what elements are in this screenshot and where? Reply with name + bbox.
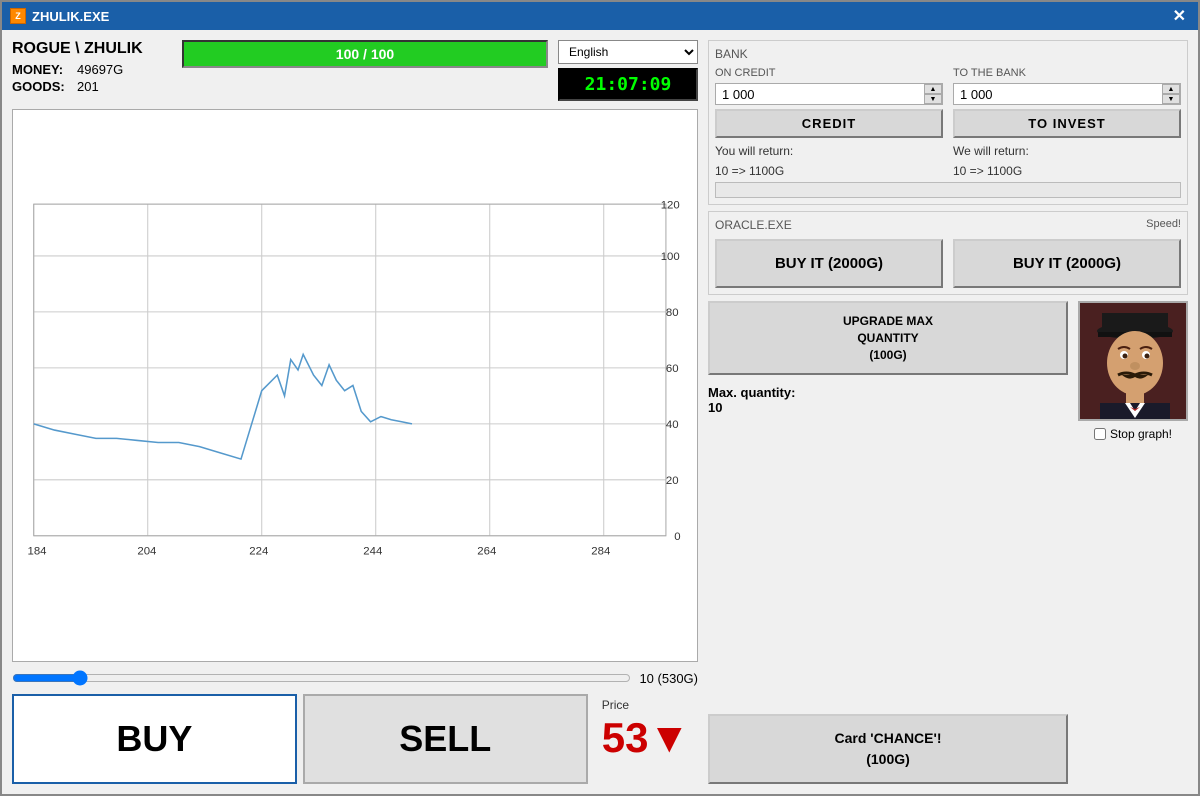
price-label: Price <box>602 698 629 712</box>
progress-bar-section <box>715 182 1181 198</box>
to-bank-up[interactable]: ▲ <box>1162 84 1180 94</box>
money-label: MONEY: <box>12 62 67 77</box>
on-credit-up[interactable]: ▲ <box>924 84 942 94</box>
svg-text:264: 264 <box>477 545 496 557</box>
app-icon: Z <box>10 8 26 24</box>
main-content: ROGUE \ ZHULIK MONEY: 49697G GOODS: 201 … <box>2 30 1198 794</box>
health-bar-container: 100 / 100 <box>182 40 548 68</box>
titlebar: Z ZHULIK.EXE ✕ <box>2 2 1198 30</box>
svg-text:204: 204 <box>137 545 156 557</box>
credit-return-value: 10 => 1100G <box>715 164 943 178</box>
language-select[interactable]: English Russian <box>558 40 698 64</box>
price-arrow: ▼ <box>648 714 690 762</box>
upgrade-button[interactable]: UPGRADE MAXQUANTITY(100G) <box>708 301 1068 375</box>
goods-label: GOODS: <box>12 79 67 94</box>
on-credit-spinners: ▲ ▼ <box>924 84 942 104</box>
quantity-display: 10 (530G) <box>639 671 698 686</box>
bank-columns: ON CREDIT ▲ ▼ CREDIT You will return: 10… <box>715 67 1181 178</box>
to-bank-input[interactable] <box>954 85 1162 104</box>
bank-section: BANK ON CREDIT ▲ ▼ CREDIT You <box>708 40 1188 205</box>
chance-button[interactable]: Card 'CHANCE'!(100G) <box>708 714 1068 784</box>
chart-svg: 0 20 40 60 80 100 120 184 204 224 244 26… <box>13 110 697 661</box>
credit-button[interactable]: CREDIT <box>715 109 943 138</box>
money-row: MONEY: 49697G <box>12 62 172 77</box>
health-section: 100 / 100 <box>182 40 548 72</box>
svg-text:20: 20 <box>666 475 679 487</box>
on-credit-title: ON CREDIT <box>715 67 943 79</box>
svg-text:120: 120 <box>661 199 680 211</box>
upgrade-col: UPGRADE MAXQUANTITY(100G) Max. quantity:… <box>708 301 1068 784</box>
max-qty-info: Max. quantity: 10 <box>708 385 1068 415</box>
max-qty-label: Max. quantity: <box>708 385 795 400</box>
oracle-col-2: BUY IT (2000G) <box>953 239 1181 288</box>
oracle-section: ORACLE.EXE Speed! BUY IT (2000G) BUY IT … <box>708 211 1188 295</box>
lang-section: English Russian 21:07:09 <box>558 40 698 101</box>
money-value: 49697G <box>77 62 123 77</box>
oracle-columns: BUY IT (2000G) BUY IT (2000G) <box>715 239 1181 288</box>
to-bank-spinners: ▲ ▼ <box>1162 84 1180 104</box>
svg-text:40: 40 <box>666 419 679 431</box>
on-credit-col: ON CREDIT ▲ ▼ CREDIT You will return: 10… <box>715 67 943 178</box>
player-name: ROGUE \ ZHULIK <box>12 40 172 58</box>
bottom-right: UPGRADE MAXQUANTITY(100G) Max. quantity:… <box>708 301 1188 784</box>
svg-text:184: 184 <box>28 545 47 557</box>
health-text: 100 / 100 <box>336 46 394 62</box>
stop-graph-checkbox[interactable] <box>1094 428 1106 440</box>
speed-label: Speed! <box>1146 218 1181 230</box>
to-bank-col: TO THE BANK ▲ ▼ TO INVEST We will return… <box>953 67 1181 178</box>
to-bank-title: TO THE BANK <box>953 67 1181 79</box>
player-info: ROGUE \ ZHULIK MONEY: 49697G GOODS: 201 <box>12 40 172 96</box>
price-section: Price 53▼ <box>594 694 698 784</box>
titlebar-left: Z ZHULIK.EXE <box>10 8 109 24</box>
bank-title: BANK <box>715 47 1181 61</box>
oracle-title: ORACLE.EXE <box>715 218 792 232</box>
buy-button[interactable]: BUY <box>12 694 297 784</box>
goods-value: 201 <box>77 79 99 94</box>
oracle-header: ORACLE.EXE Speed! <box>715 218 1181 233</box>
to-bank-down[interactable]: ▼ <box>1162 94 1180 104</box>
invest-return-label: We will return: <box>953 144 1181 158</box>
avatar-svg <box>1080 303 1188 421</box>
window-title: ZHULIK.EXE <box>32 9 109 24</box>
max-qty-value: 10 <box>708 400 722 415</box>
on-credit-input[interactable] <box>716 85 924 104</box>
svg-text:60: 60 <box>666 363 679 375</box>
svg-text:80: 80 <box>666 307 679 319</box>
svg-text:244: 244 <box>363 545 382 557</box>
on-credit-input-row: ▲ ▼ <box>715 83 943 105</box>
bank-progress-bar <box>715 182 1181 198</box>
svg-text:224: 224 <box>249 545 268 557</box>
buy-sell-row: BUY SELL Price 53▼ <box>12 694 698 784</box>
timer-display: 21:07:09 <box>558 68 698 101</box>
stop-graph-label: Stop graph! <box>1110 427 1172 441</box>
chart-area: 0 20 40 60 80 100 120 184 204 224 244 26… <box>12 109 698 662</box>
stop-graph-row: Stop graph! <box>1094 427 1172 441</box>
left-panel: ROGUE \ ZHULIK MONEY: 49697G GOODS: 201 … <box>12 40 698 784</box>
price-number: 53 <box>602 714 649 762</box>
invest-return-value: 10 => 1100G <box>953 164 1181 178</box>
avatar-col: Stop graph! <box>1078 301 1188 784</box>
quantity-slider[interactable] <box>12 668 631 688</box>
on-credit-down[interactable]: ▼ <box>924 94 942 104</box>
sell-button[interactable]: SELL <box>303 694 588 784</box>
svg-text:100: 100 <box>661 251 680 263</box>
close-button[interactable]: ✕ <box>1169 6 1190 26</box>
speed-section: Speed! <box>1146 218 1181 233</box>
top-info: ROGUE \ ZHULIK MONEY: 49697G GOODS: 201 … <box>12 40 698 101</box>
slider-row: 10 (530G) <box>12 668 698 688</box>
credit-return-label: You will return: <box>715 144 943 158</box>
invest-button[interactable]: TO INVEST <box>953 109 1181 138</box>
to-bank-input-row: ▲ ▼ <box>953 83 1181 105</box>
oracle-col-1: BUY IT (2000G) <box>715 239 943 288</box>
speed-buy-button[interactable]: BUY IT (2000G) <box>953 239 1181 288</box>
svg-text:0: 0 <box>674 531 680 543</box>
goods-row: GOODS: 201 <box>12 79 172 94</box>
main-window: Z ZHULIK.EXE ✕ ROGUE \ ZHULIK MONEY: 496… <box>0 0 1200 796</box>
oracle-buy-button[interactable]: BUY IT (2000G) <box>715 239 943 288</box>
price-value: 53▼ <box>602 714 690 762</box>
avatar-image <box>1078 301 1188 421</box>
right-panel: BANK ON CREDIT ▲ ▼ CREDIT You <box>708 40 1188 784</box>
svg-text:284: 284 <box>591 545 610 557</box>
